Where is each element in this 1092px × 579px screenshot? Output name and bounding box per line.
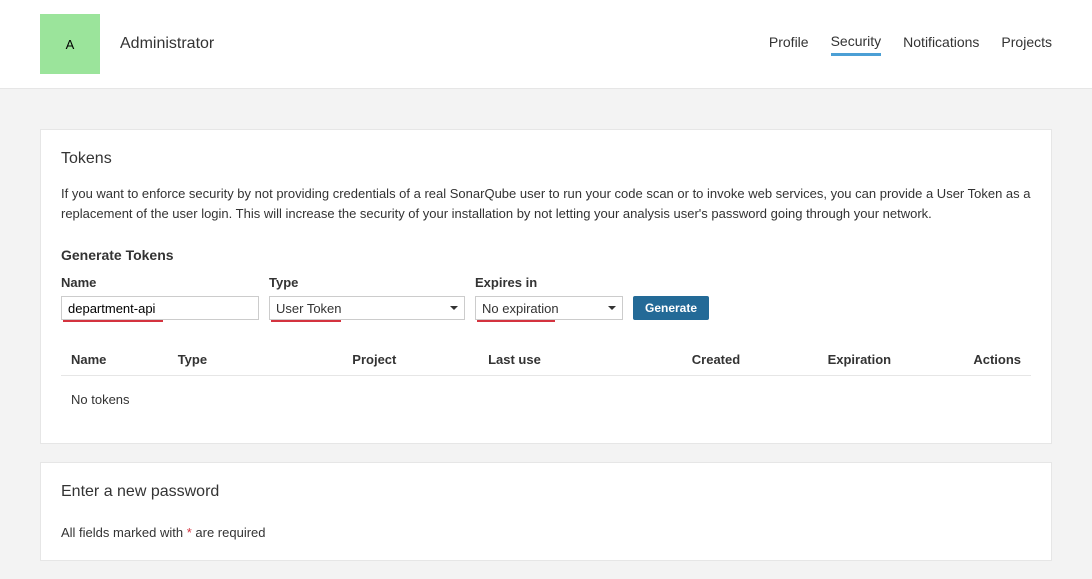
name-group: Name — [61, 275, 259, 320]
chevron-down-icon — [608, 306, 616, 310]
th-project: Project — [342, 344, 478, 376]
header-left: A Administrator — [40, 14, 214, 74]
th-last-use: Last use — [478, 344, 682, 376]
expires-highlight-underline — [477, 320, 555, 322]
name-highlight-underline — [63, 320, 163, 322]
required-suffix: are required — [192, 525, 266, 540]
name-label: Name — [61, 275, 259, 290]
content-area: Tokens If you want to enforce security b… — [0, 89, 1092, 561]
type-group: Type User Token — [269, 275, 465, 320]
tokens-description: If you want to enforce security by not p… — [61, 184, 1031, 223]
password-card: Enter a new password All fields marked w… — [40, 462, 1052, 561]
th-created: Created — [682, 344, 818, 376]
chevron-down-icon — [450, 306, 458, 310]
generate-button[interactable]: Generate — [633, 296, 709, 320]
token-expires-value: No expiration — [482, 301, 559, 316]
top-nav: Profile Security Notifications Projects — [769, 33, 1052, 56]
th-name: Name — [61, 344, 168, 376]
expires-group: Expires in No expiration — [475, 275, 623, 320]
type-label: Type — [269, 275, 465, 290]
table-row: No tokens — [61, 376, 1031, 424]
page-header: A Administrator Profile Security Notific… — [0, 0, 1092, 89]
nav-security[interactable]: Security — [831, 33, 882, 56]
token-name-input[interactable] — [61, 296, 259, 320]
user-name: Administrator — [120, 35, 214, 53]
th-type: Type — [168, 344, 343, 376]
th-actions: Actions — [953, 344, 1031, 376]
required-prefix: All fields marked with — [61, 525, 187, 540]
token-expires-select[interactable]: No expiration — [475, 296, 623, 320]
nav-projects[interactable]: Projects — [1001, 34, 1052, 54]
avatar-initial: A — [66, 37, 75, 52]
th-expiration: Expiration — [818, 344, 954, 376]
password-title: Enter a new password — [61, 483, 1031, 501]
type-highlight-underline — [271, 320, 341, 322]
expires-label: Expires in — [475, 275, 623, 290]
tokens-card: Tokens If you want to enforce security b… — [40, 129, 1052, 444]
nav-profile[interactable]: Profile — [769, 34, 809, 54]
required-fields-note: All fields marked with * are required — [61, 525, 1031, 540]
token-type-select[interactable]: User Token — [269, 296, 465, 320]
generate-token-form: Name Type User Token Expires in — [61, 275, 1031, 320]
nav-notifications[interactable]: Notifications — [903, 34, 979, 54]
token-type-value: User Token — [276, 301, 342, 316]
no-tokens-message: No tokens — [61, 376, 1031, 424]
tokens-title: Tokens — [61, 150, 1031, 168]
generate-tokens-title: Generate Tokens — [61, 247, 1031, 263]
avatar: A — [40, 14, 100, 74]
tokens-table: Name Type Project Last use Created Expir… — [61, 344, 1031, 423]
